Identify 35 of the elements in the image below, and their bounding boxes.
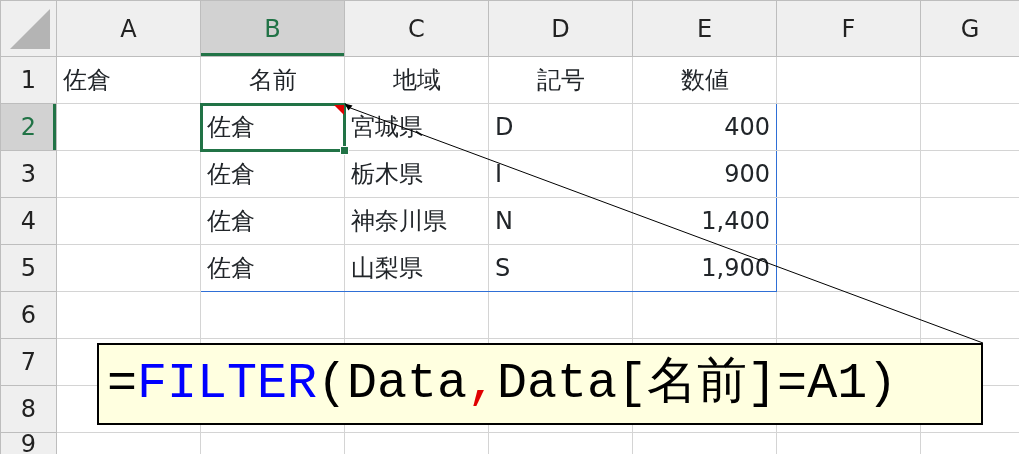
row-header[interactable]: 3 <box>0 150 57 198</box>
column-header[interactable]: D <box>488 0 633 57</box>
row-header[interactable]: 8 <box>0 385 57 433</box>
column-header[interactable]: F <box>776 0 921 57</box>
formula-text: =FILTER(Data,Data[名前]=A1) <box>107 354 899 414</box>
table-cell[interactable]: N <box>488 197 633 245</box>
table-cell[interactable]: D <box>488 103 633 151</box>
table-cell[interactable]: I <box>488 150 633 198</box>
table-cell[interactable]: 佐倉 <box>200 244 345 292</box>
table-cell[interactable]: 山梨県 <box>344 244 489 292</box>
row-header[interactable]: 6 <box>0 291 57 339</box>
table-cell[interactable]: 400 <box>632 103 777 151</box>
table-cell[interactable]: 佐倉 <box>200 197 345 245</box>
table-cell[interactable]: 1,400 <box>632 197 777 245</box>
table-cell[interactable]: 記号 <box>488 56 633 104</box>
table-cell[interactable]: 数値 <box>632 56 777 104</box>
table-cell[interactable]: S <box>488 244 633 292</box>
column-header[interactable]: C <box>344 0 489 57</box>
column-header[interactable]: E <box>632 0 777 57</box>
row-header[interactable]: 5 <box>0 244 57 292</box>
row-header[interactable]: 7 <box>0 338 57 386</box>
table-cell[interactable]: 神奈川県 <box>344 197 489 245</box>
column-header[interactable]: B <box>200 0 345 57</box>
row-header[interactable]: 2 <box>0 103 57 151</box>
column-header[interactable]: A <box>56 0 201 57</box>
table-cell[interactable]: 地域 <box>344 56 489 104</box>
fill-handle[interactable] <box>339 145 349 155</box>
column-header[interactable]: G <box>920 0 1019 57</box>
row-header[interactable]: 9 <box>0 432 57 454</box>
table-cell[interactable]: 1,900 <box>632 244 777 292</box>
table-cell[interactable]: 佐倉 <box>56 56 201 104</box>
row-header[interactable]: 4 <box>0 197 57 245</box>
table-cell[interactable]: 佐倉 <box>200 103 345 151</box>
row-header[interactable]: 1 <box>0 56 57 104</box>
table-cell[interactable]: 900 <box>632 150 777 198</box>
